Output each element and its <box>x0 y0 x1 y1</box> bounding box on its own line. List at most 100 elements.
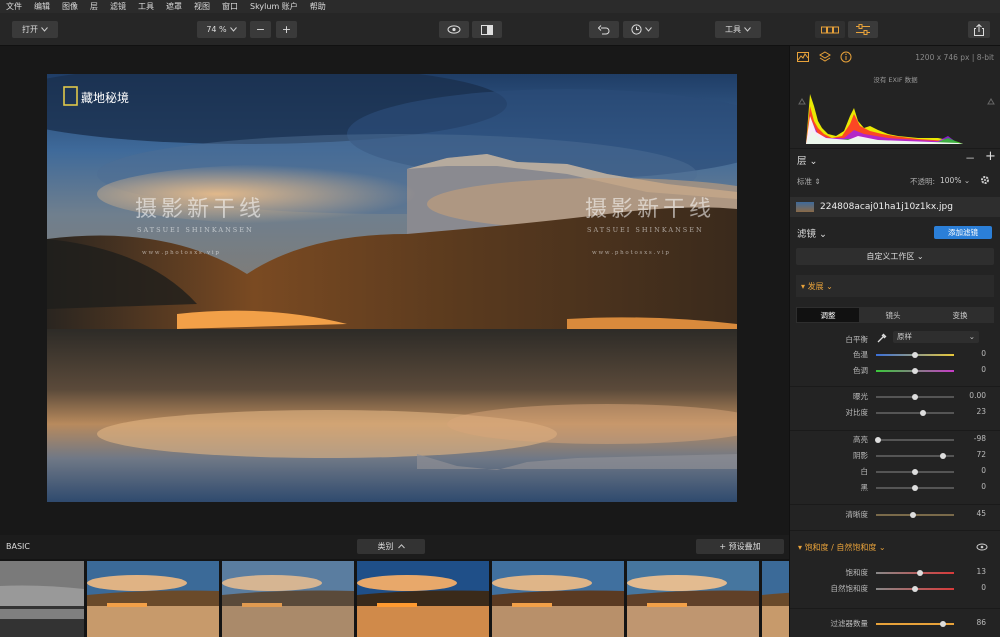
develop-header[interactable]: ▾ 发展 ⌄ <box>796 275 994 297</box>
saturation-slider-handle[interactable] <box>916 570 923 576</box>
temperature-slider-handle[interactable] <box>912 352 918 358</box>
opacity-value-text: 100% <box>940 176 962 185</box>
preset-thumbnail[interactable] <box>222 561 354 637</box>
preset-thumbnail[interactable] <box>0 561 84 637</box>
saturation-slider[interactable] <box>876 572 954 574</box>
vibrance-value[interactable]: 0 <box>960 583 986 592</box>
divider <box>790 430 1000 431</box>
menu-item[interactable]: 层 <box>90 0 98 13</box>
eyedropper-icon[interactable] <box>877 332 887 343</box>
layers-title-label: 层 <box>797 156 807 167</box>
tint-value[interactable]: 0 <box>960 365 986 374</box>
blacks-slider-handle[interactable] <box>912 485 918 491</box>
opacity-value[interactable]: 100% ⌄ <box>940 176 970 185</box>
menu-item[interactable]: 工具 <box>138 0 154 13</box>
blend-mode-select[interactable]: 标准 ⇕ <box>797 176 821 187</box>
preset-thumbnail[interactable] <box>492 561 624 637</box>
zoom-in-button[interactable]: + <box>276 21 297 38</box>
layers-icon[interactable] <box>819 51 831 63</box>
menu-item[interactable]: 滤镜 <box>110 0 126 13</box>
filter-amount-slider-handle[interactable] <box>940 621 947 627</box>
highlight-clip-icon[interactable] <box>987 98 995 105</box>
exposure-slider-handle[interactable] <box>912 394 918 400</box>
layer-settings-gear-icon[interactable] <box>980 175 992 185</box>
menu-item[interactable]: 文件 <box>6 0 22 13</box>
preview-button[interactable] <box>439 21 469 38</box>
tools-label: 工具 <box>725 25 741 34</box>
clarity-slider-handle[interactable] <box>910 512 917 518</box>
vibrance-label: 自然饱和度 <box>830 584 869 593</box>
preset-thumbnail[interactable] <box>762 561 789 637</box>
filters-title[interactable]: 滤镜 ⌄ <box>797 226 827 240</box>
shadows-slider-handle[interactable] <box>940 453 947 459</box>
chevron-down-icon <box>41 27 48 32</box>
tint-slider-handle[interactable] <box>912 368 918 374</box>
white-balance-select[interactable]: 原样 ⌄ <box>893 331 979 343</box>
custom-workspace-select[interactable]: 自定义工作区 ⌄ <box>796 248 994 265</box>
image-canvas[interactable]: 藏地秘境 摄影新干线 SATSUEI SHINKANSEN w w w . p … <box>0 46 789 535</box>
add-layer-button[interactable]: + <box>985 149 996 164</box>
menu-item[interactable]: 编辑 <box>34 0 50 13</box>
share-icon <box>974 23 984 36</box>
edit-view-button[interactable] <box>848 21 878 38</box>
clarity-label: 清晰度 <box>845 510 869 519</box>
photo[interactable]: 藏地秘境 摄影新干线 SATSUEI SHINKANSEN w w w . p … <box>47 74 737 502</box>
history-button[interactable] <box>623 21 659 38</box>
menu-item[interactable]: 窗口 <box>222 0 238 13</box>
menu-item[interactable]: 帮助 <box>310 0 326 13</box>
blacks-value[interactable]: 0 <box>960 482 986 491</box>
catalog-view-button[interactable] <box>815 21 845 38</box>
layer-item[interactable]: 224808acaj01ha1j10z1kx.jpg <box>790 197 1000 217</box>
preset-thumbnail[interactable] <box>357 561 489 637</box>
saturation-value[interactable]: 13 <box>960 567 986 576</box>
menu-item[interactable]: 视图 <box>194 0 210 13</box>
highlights-slider[interactable] <box>876 439 954 441</box>
tab-transform[interactable]: 变换 <box>928 308 992 322</box>
eye-icon[interactable] <box>976 543 988 551</box>
highlights-slider-handle[interactable] <box>874 437 881 443</box>
contrast-value[interactable]: 23 <box>960 407 986 416</box>
menu-item[interactable]: 图像 <box>62 0 78 13</box>
preset-thumbnail[interactable] <box>87 561 219 637</box>
preset-thumbnail[interactable] <box>627 561 759 637</box>
temperature-value[interactable]: 0 <box>960 349 986 358</box>
compare-button[interactable] <box>472 21 502 38</box>
shadows-value[interactable]: 72 <box>960 450 986 459</box>
zoom-select[interactable]: 74 % <box>197 21 246 38</box>
category-label: 类别 <box>377 542 394 551</box>
watermark-subtext-left: SATSUEI SHINKANSEN <box>137 226 254 234</box>
menu-item[interactable]: Skylum 账户 <box>250 0 298 13</box>
tools-button[interactable]: 工具 <box>715 21 761 38</box>
info-icon[interactable] <box>840 51 852 63</box>
menu-item[interactable]: 遮罩 <box>166 0 182 13</box>
contrast-slider[interactable] <box>876 412 954 414</box>
remove-layer-button[interactable]: − <box>965 151 975 165</box>
layers-title[interactable]: 层 ⌄ <box>797 153 818 167</box>
divider <box>790 148 1000 149</box>
shadow-clip-icon[interactable] <box>798 98 806 105</box>
exposure-value[interactable]: 0.00 <box>960 391 986 400</box>
contrast-slider-handle[interactable] <box>919 410 926 416</box>
add-preset-overlay-button[interactable]: + 预设叠加 <box>696 539 784 554</box>
zoom-out-button[interactable]: − <box>250 21 271 38</box>
whites-slider-handle[interactable] <box>912 469 918 475</box>
whites-label: 白 <box>860 467 869 476</box>
highlights-value[interactable]: -98 <box>960 434 986 443</box>
saturation-header[interactable]: ▾ 饱和度 / 自然饱和度 ⌄ <box>796 538 994 556</box>
clarity-value[interactable]: 45 <box>960 509 986 518</box>
filter-amount-value[interactable]: 86 <box>960 618 986 627</box>
blend-mode-value: 标准 <box>797 177 812 186</box>
vibrance-slider-handle[interactable] <box>912 586 918 592</box>
tab-lens[interactable]: 镜头 <box>862 308 924 322</box>
undo-button[interactable] <box>589 21 619 38</box>
share-button[interactable] <box>968 21 990 38</box>
blacks-label: 黑 <box>860 483 869 492</box>
zoom-value: 74 % <box>206 25 227 34</box>
histogram-icon[interactable] <box>797 52 809 62</box>
open-button[interactable]: 打开 <box>12 21 58 38</box>
right-panel: 1200 x 746 px | 8-bit 没有 EXIF 数据 层 ⌄ − +… <box>789 46 1000 637</box>
add-filter-button[interactable]: 添加滤镜 <box>934 226 992 239</box>
whites-value[interactable]: 0 <box>960 466 986 475</box>
category-button[interactable]: 类别 <box>357 539 425 554</box>
tab-adjust[interactable]: 调整 <box>797 308 859 322</box>
